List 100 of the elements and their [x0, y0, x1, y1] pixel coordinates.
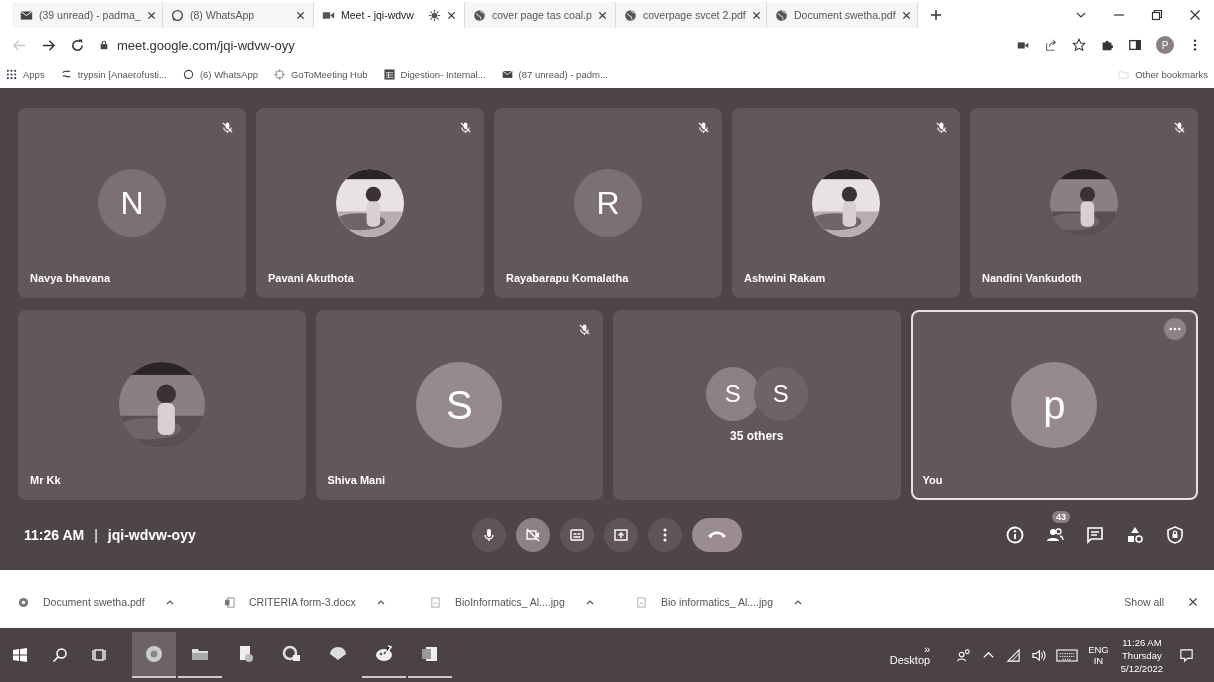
download-filename: Document swetha.pdf — [43, 596, 145, 608]
browser-tab[interactable]: (8) WhatsApp — [163, 2, 314, 28]
browser-tab[interactable]: cover page tas coal.p — [465, 2, 616, 28]
keyboard-icon[interactable] — [1056, 647, 1079, 663]
people-icon[interactable] — [1046, 526, 1064, 544]
windows-start-icon[interactable] — [12, 647, 28, 663]
star-icon[interactable] — [1072, 38, 1086, 52]
tab-title: (39 unread) - padma_ — [39, 9, 141, 21]
bookmark-label: trypsin [Anaerofusti... — [77, 68, 167, 80]
avatar-initial: S — [753, 367, 808, 421]
meeting-time: 11:26 AM — [24, 527, 85, 543]
wifi-icon[interactable] — [1006, 647, 1022, 663]
bookmark[interactable]: Digestion- Internal... — [383, 68, 486, 80]
close-icon[interactable] — [751, 10, 761, 20]
clock-day[interactable]: Thursday — [1122, 648, 1162, 662]
close-icon[interactable] — [447, 10, 456, 20]
download-item[interactable]: Bio informatics_ Al....jpg — [636, 596, 842, 608]
download-item[interactable]: BioInformatics_ Al....jpg — [430, 596, 636, 608]
lock-icon — [99, 40, 109, 50]
mic-button[interactable] — [472, 518, 506, 552]
more-dots-icon — [1169, 327, 1181, 331]
people-icon[interactable] — [956, 647, 972, 663]
captions-button[interactable] — [560, 518, 594, 552]
participant-name: Rayabarapu Komalatha — [506, 272, 629, 284]
language-indicator[interactable]: ENG — [1088, 644, 1109, 655]
image-file-icon — [636, 596, 647, 608]
desktop-toolbar-label[interactable]: Desktop — [889, 654, 931, 666]
puzzle-icon[interactable] — [1100, 38, 1114, 52]
shield-lock-icon[interactable] — [1166, 526, 1184, 544]
participant-count-badge: 43 — [1052, 511, 1070, 523]
close-icon[interactable] — [1189, 9, 1201, 21]
bookmark-label: (6) WhatsApp — [199, 68, 258, 80]
notification-icon[interactable] — [1179, 647, 1194, 663]
envelope-icon — [501, 68, 513, 80]
side-panel-icon[interactable] — [1128, 38, 1142, 52]
bookmark[interactable]: (87 unread) - padm... — [501, 68, 608, 80]
restore-icon[interactable] — [1151, 9, 1163, 21]
document-icon — [224, 596, 235, 608]
region-indicator[interactable]: IN — [1093, 655, 1104, 666]
meeting-code: jqi-wdvw-oyy — [107, 527, 196, 543]
bookmark[interactable]: trypsin [Anaerofusti... — [60, 68, 167, 80]
close-icon[interactable] — [598, 10, 607, 20]
folder-icon — [1118, 68, 1130, 80]
task-view-icon[interactable] — [92, 647, 108, 663]
bookmark[interactable]: Apps — [6, 68, 45, 80]
others-count: 35 others — [730, 429, 784, 443]
clock-date[interactable]: 5/12/2022 — [1120, 661, 1163, 675]
bookmark-label: Other bookmarks — [1135, 68, 1208, 80]
overflow-chevron[interactable]: » — [923, 644, 930, 654]
new-tab-icon[interactable] — [930, 9, 942, 21]
browser-tab[interactable]: (39 unread) - padma_ — [12, 2, 163, 28]
chat-bubble-icon — [171, 8, 184, 22]
download-item[interactable]: Document swetha.pdf — [18, 596, 224, 608]
bookmark[interactable]: (6) WhatsApp — [182, 68, 258, 80]
chat-icon[interactable] — [1086, 526, 1104, 544]
bookmark[interactable]: GoToMeeting Hub — [273, 68, 368, 80]
reload-icon[interactable] — [70, 37, 85, 53]
more-options-button[interactable] — [1164, 318, 1186, 340]
squiggle-icon — [60, 68, 72, 80]
phone-hang-up-icon — [707, 529, 727, 541]
avatar-initial: N — [98, 169, 166, 237]
end-call-button[interactable] — [692, 518, 742, 552]
show-all-link[interactable]: Show all — [1124, 596, 1164, 608]
close-icon[interactable] — [146, 10, 156, 20]
separator: | — [94, 527, 98, 543]
close-icon[interactable] — [901, 10, 911, 20]
close-icon[interactable] — [1188, 597, 1198, 607]
participant-name: Nandini Vankudoth — [982, 272, 1082, 284]
tab-title: cover page tas coal.p — [492, 9, 592, 21]
shapes-icon[interactable] — [1126, 526, 1144, 544]
profile-avatar[interactable]: P — [1156, 36, 1174, 54]
browser-tab[interactable]: Document swetha.pdf — [767, 2, 918, 28]
other-bookmarks[interactable]: Other bookmarks — [1118, 68, 1208, 80]
bookmark-label: (87 unread) - padm... — [518, 68, 608, 80]
search-icon[interactable] — [52, 647, 68, 663]
address-bar[interactable]: meet.google.com/jqi-wdvw-oyy — [99, 33, 1002, 57]
tab-title: Meet - jqi-wdvw — [341, 9, 415, 21]
captions-icon — [569, 527, 585, 543]
clock-time[interactable]: 11:26 AM — [1122, 635, 1162, 649]
download-item[interactable]: CRITERIA form-3.docx — [224, 596, 430, 608]
more-button[interactable] — [648, 518, 682, 552]
close-icon[interactable] — [296, 10, 305, 20]
camera-button[interactable] — [516, 518, 550, 552]
table-icon — [383, 68, 395, 80]
tab-title: Document swetha.pdf — [794, 9, 896, 21]
speaker-icon[interactable] — [1031, 647, 1047, 663]
chrome-app-icon[interactable] — [132, 632, 176, 678]
info-icon[interactable] — [1006, 526, 1024, 544]
sun-icon — [428, 8, 441, 22]
present-screen-icon — [613, 527, 629, 543]
present-button[interactable] — [604, 518, 638, 552]
avatar-initial: p — [1011, 362, 1098, 448]
apps-grid-icon — [6, 68, 17, 80]
download-filename: CRITERIA form-3.docx — [249, 596, 356, 608]
share-icon[interactable] — [1044, 38, 1058, 52]
camera-off-icon — [525, 527, 541, 543]
participant-name: Navya bhavana — [30, 272, 111, 284]
browser-tab[interactable]: coverpage svcet 2.pdf — [616, 2, 767, 28]
avatar-initial: S — [416, 362, 503, 448]
bookmark-label: GoToMeeting Hub — [290, 68, 368, 80]
